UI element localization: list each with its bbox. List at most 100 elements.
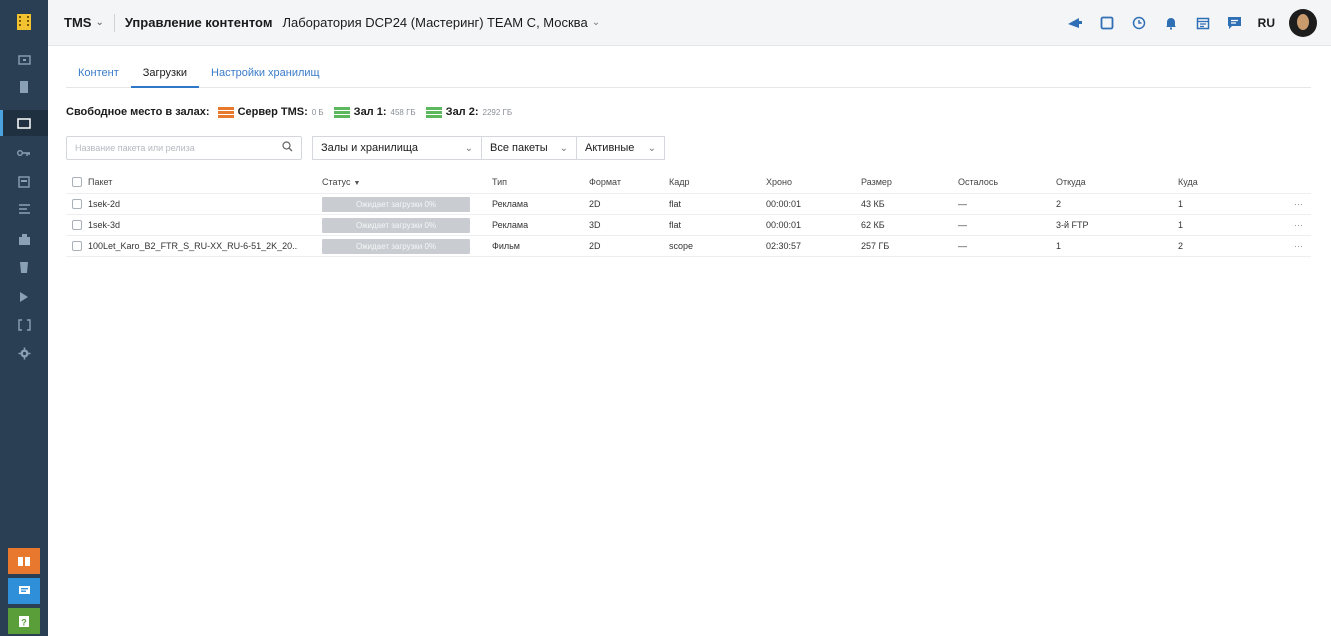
status-badge: Ожидает загрузки 0% — [322, 197, 470, 212]
arrow-right-icon[interactable] — [0, 284, 48, 310]
hall-storage-icon — [425, 106, 442, 118]
bell-icon[interactable] — [1162, 14, 1180, 32]
column-header-from[interactable]: Откуда — [1056, 172, 1086, 193]
chevron-down-icon: ⌄ — [591, 17, 601, 28]
tab-downloads[interactable]: Загрузки — [130, 67, 200, 88]
table-header: Пакет Статус ▼ Тип Формат Кадр Хроно Разм… — [66, 172, 1311, 194]
free-space-label: Свободное место в залах: — [66, 106, 210, 118]
sidebar: ? — [0, 0, 48, 636]
brackets-icon[interactable] — [0, 312, 48, 338]
left-cell: — — [958, 220, 967, 230]
table-row[interactable]: 1sek-3d Ожидает загрузки 0% Реклама 3D f… — [66, 215, 1311, 236]
package-name: 1sek-3d — [88, 220, 121, 230]
size-cell: 43 КБ — [861, 199, 885, 209]
logo-icon[interactable] — [12, 10, 36, 34]
projector-icon[interactable] — [0, 226, 48, 252]
column-header-chrono[interactable]: Хроно — [766, 172, 792, 193]
select-all-checkbox[interactable] — [72, 177, 82, 187]
storage-name: Сервер TMS: — [237, 106, 308, 118]
column-header-status-label: Статус — [322, 177, 351, 187]
filter-bar: Залы и хранилища ⌄ Все пакеты ⌄ Активные… — [66, 136, 665, 160]
screen-icon[interactable] — [0, 254, 48, 280]
state-filter-value: Активные — [585, 142, 635, 154]
column-header-left[interactable]: Осталось — [958, 172, 998, 193]
column-header-status[interactable]: Статус ▼ — [322, 172, 472, 193]
row-menu-button[interactable]: ··· — [1294, 194, 1303, 215]
column-header-to[interactable]: Куда — [1178, 172, 1198, 193]
location-label: Лаборатория DCP24 (Мастеринг) TEAM C, Мо… — [282, 15, 588, 30]
megaphone-icon[interactable] — [1066, 14, 1084, 32]
left-cell: — — [958, 241, 967, 251]
frame-cell: flat — [669, 199, 682, 209]
folder-icon[interactable] — [0, 110, 48, 136]
state-filter[interactable]: Активные ⌄ — [577, 136, 665, 160]
app-window: ? TMS ⌄ Управление контентом Лаборатория… — [0, 0, 1331, 636]
table-row[interactable]: 100Let_Karo_B2_FTR_S_RU-XX_RU-6-51_2K_20… — [66, 236, 1311, 257]
key-icon[interactable] — [0, 140, 48, 166]
svg-text:?: ? — [21, 617, 27, 627]
package-name: 1sek-2d — [88, 199, 121, 209]
film-icon[interactable] — [0, 74, 48, 100]
section-title: Управление контентом — [124, 15, 273, 30]
chat-icon[interactable] — [8, 578, 40, 604]
column-header-frame[interactable]: Кадр — [669, 172, 690, 193]
app-name: TMS — [64, 15, 92, 30]
column-header-package[interactable]: Пакет — [88, 172, 298, 193]
playlist-icon[interactable] — [0, 196, 48, 222]
calendar-icon[interactable] — [0, 168, 48, 194]
frame-cell: flat — [669, 220, 682, 230]
size-cell: 62 КБ — [861, 220, 885, 230]
calendar-icon[interactable] — [1194, 14, 1212, 32]
row-menu-button[interactable]: ··· — [1294, 215, 1303, 236]
downloads-table: Пакет Статус ▼ Тип Формат Кадр Хроно Разм… — [66, 172, 1311, 257]
status-badge: Ожидает загрузки 0% — [322, 218, 470, 233]
packages-filter-value: Все пакеты — [490, 142, 548, 154]
type-cell: Фильм — [492, 241, 520, 251]
column-header-size[interactable]: Размер — [861, 172, 892, 193]
row-menu-button[interactable]: ··· — [1294, 236, 1303, 257]
chrono-cell: 00:00:01 — [766, 199, 802, 209]
tab-storage-settings[interactable]: Настройки хранилищ — [199, 67, 332, 87]
row-checkbox[interactable] — [72, 241, 82, 251]
packages-filter[interactable]: Все пакеты ⌄ — [482, 136, 577, 160]
storage-value: 0 Б — [311, 107, 324, 117]
from-cell: 1 — [1056, 241, 1062, 251]
package-name: 100Let_Karo_B2_FTR_S_RU-XX_RU-6-51_2K_20… — [88, 241, 298, 251]
location-selector[interactable]: Лаборатория DCP24 (Мастеринг) TEAM C, Мо… — [282, 15, 600, 30]
table-row[interactable]: 1sek-2d Ожидает загрузки 0% Реклама 2D f… — [66, 194, 1311, 215]
left-cell: — — [958, 199, 967, 209]
divider — [113, 13, 115, 32]
format-cell: 2D — [589, 199, 601, 209]
gear-icon[interactable] — [0, 340, 48, 366]
tab-content[interactable]: Контент — [66, 67, 131, 87]
size-cell: 257 ГБ — [861, 241, 890, 251]
to-cell: 1 — [1178, 220, 1184, 230]
type-cell: Реклама — [492, 199, 529, 209]
from-cell: 2 — [1056, 199, 1062, 209]
row-checkbox[interactable] — [72, 220, 82, 230]
search-input[interactable] — [75, 143, 282, 153]
server-storage-icon — [217, 106, 234, 118]
book-icon[interactable] — [8, 548, 40, 574]
storage-name: Зал 1: — [353, 106, 387, 118]
hall-storage-icon — [333, 106, 350, 118]
message-icon[interactable] — [1226, 14, 1244, 32]
top-bar: TMS ⌄ Управление контентом Лаборатория D… — [48, 0, 1331, 46]
history-icon[interactable] — [1130, 14, 1148, 32]
app-switcher[interactable]: TMS ⌄ — [64, 15, 104, 30]
search-icon[interactable] — [282, 139, 293, 157]
language-switcher[interactable]: RU — [1258, 16, 1275, 30]
to-cell: 2 — [1178, 241, 1184, 251]
help-icon[interactable]: ? — [8, 608, 40, 634]
halls-filter[interactable]: Залы и хранилища ⌄ — [312, 136, 482, 160]
row-checkbox[interactable] — [72, 199, 82, 209]
tablet-icon[interactable] — [1098, 14, 1116, 32]
avatar[interactable] — [1289, 9, 1317, 37]
chevron-down-icon: ⌄ — [559, 142, 568, 154]
column-header-format[interactable]: Формат — [589, 172, 621, 193]
monitor-icon[interactable] — [0, 48, 48, 74]
column-header-type[interactable]: Тип — [492, 172, 507, 193]
format-cell: 3D — [589, 220, 601, 230]
from-cell: 3-й FTP — [1056, 220, 1089, 230]
storage-value: 2292 ГБ — [482, 107, 513, 117]
